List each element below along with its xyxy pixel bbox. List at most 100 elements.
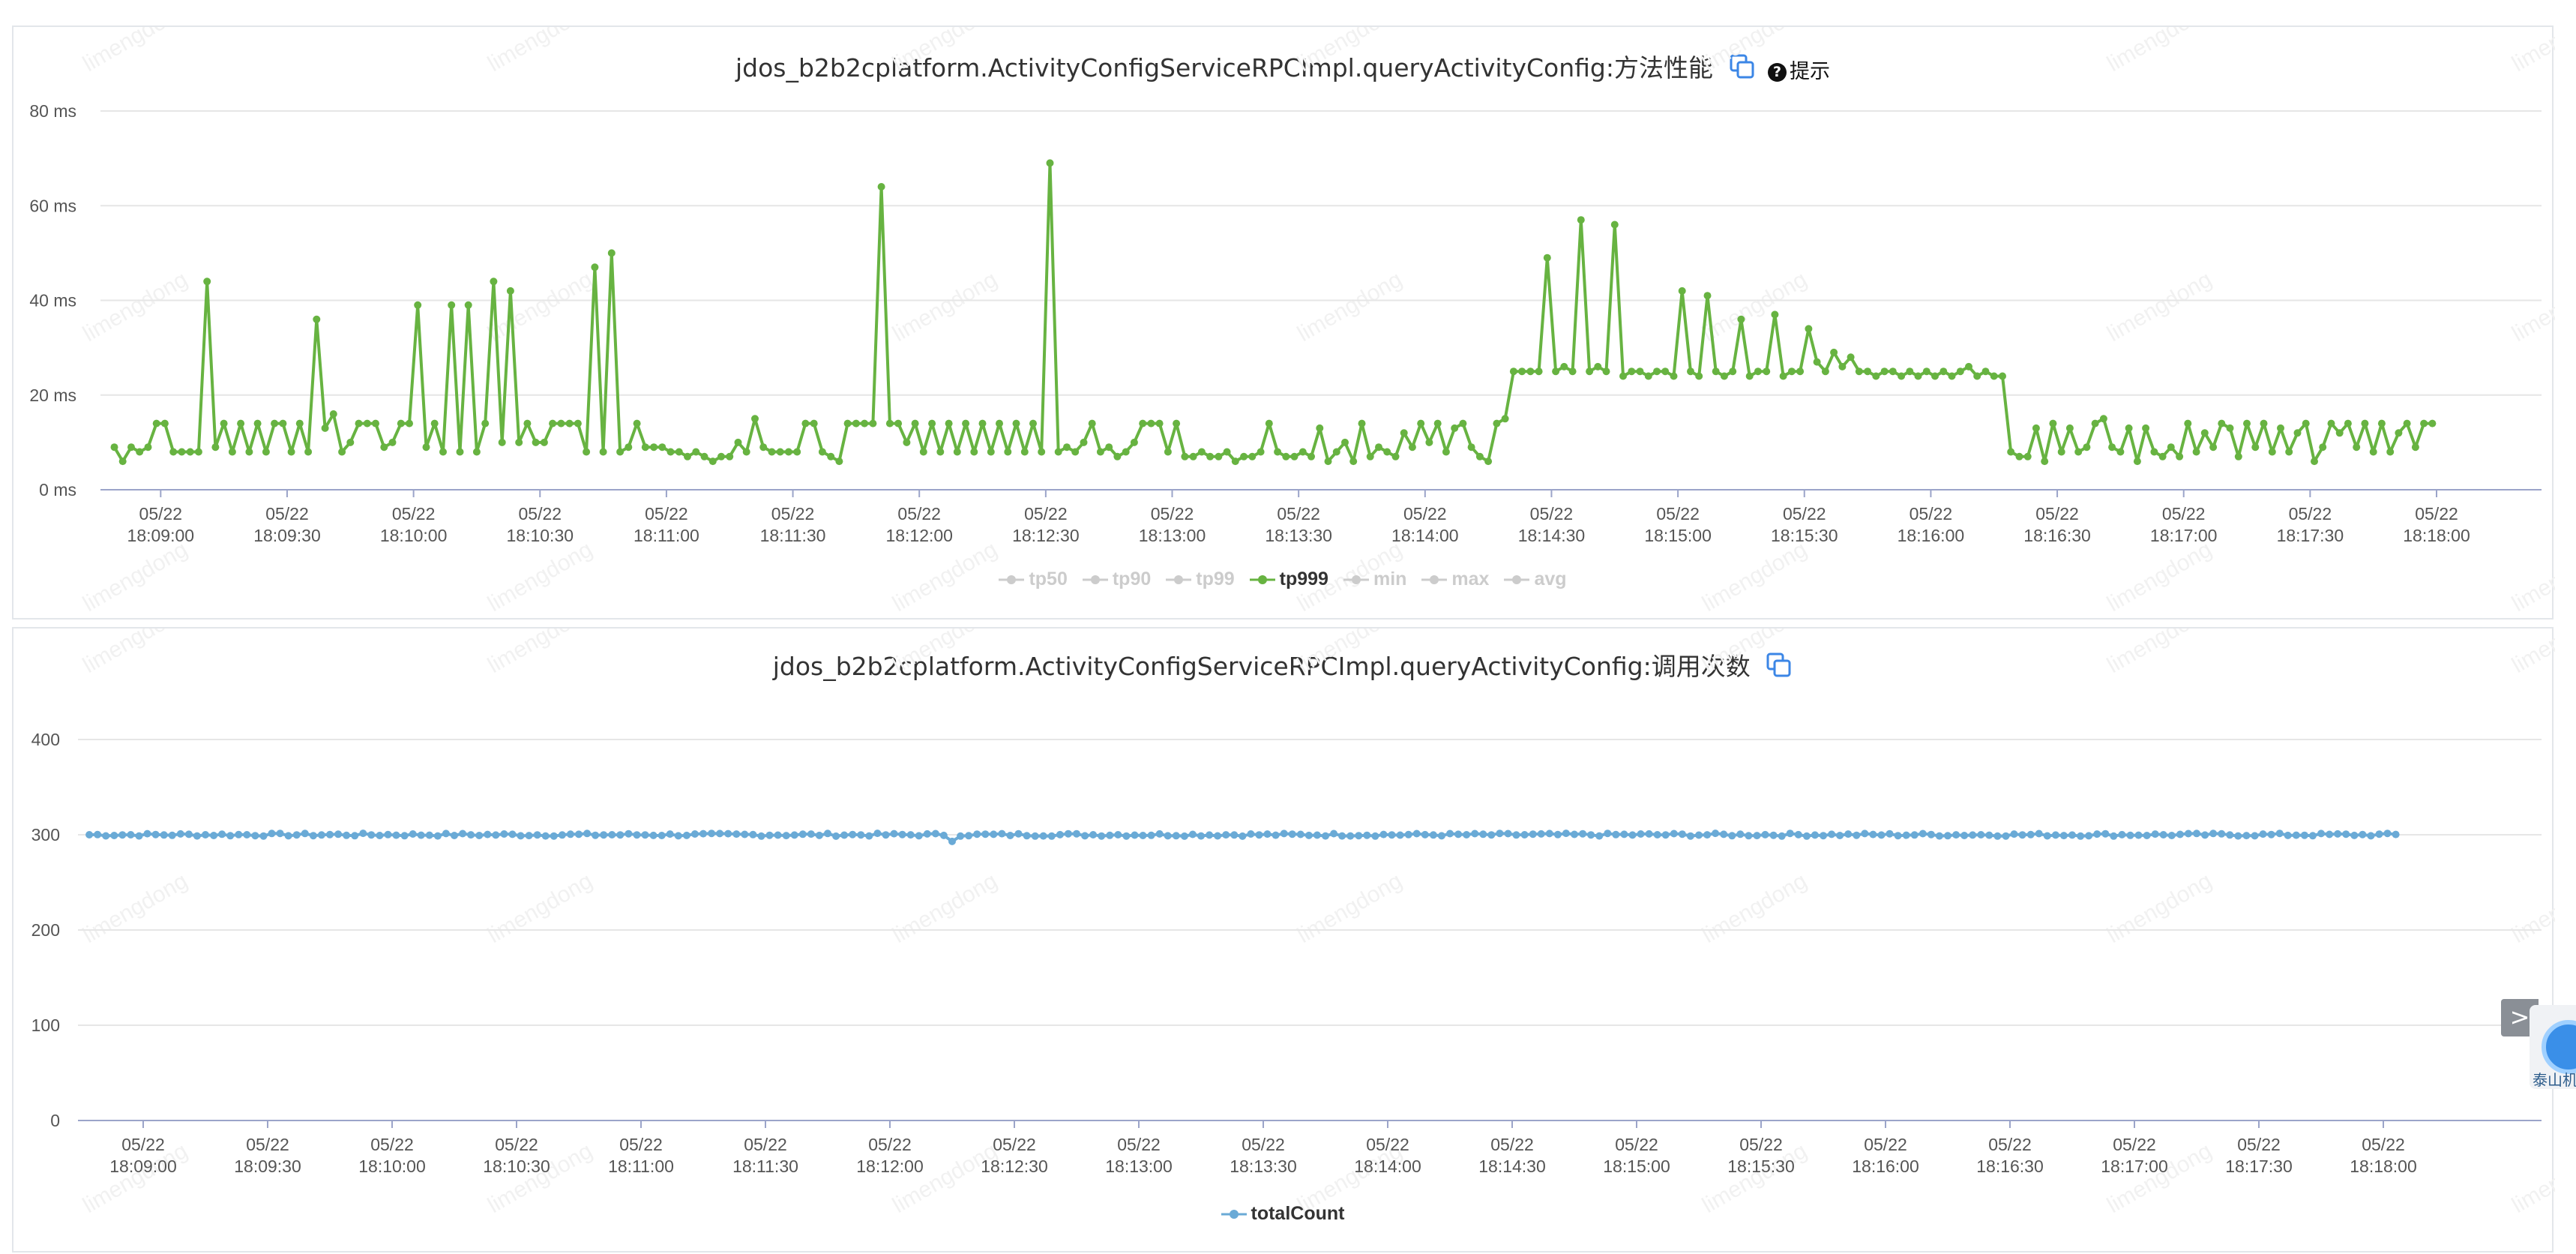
data-point xyxy=(1898,372,1906,380)
data-point xyxy=(1155,830,1164,838)
data-point xyxy=(392,831,400,839)
data-point xyxy=(355,419,363,428)
watermark-text: limengdong xyxy=(79,27,192,76)
data-point xyxy=(1417,419,1425,428)
data-point xyxy=(798,830,807,838)
watermark-text: limengdong xyxy=(2508,868,2555,948)
data-point xyxy=(915,832,923,840)
data-point xyxy=(151,830,160,838)
data-point xyxy=(1990,372,1998,380)
data-point xyxy=(1999,372,2006,380)
data-point xyxy=(1096,448,1104,456)
data-point xyxy=(724,830,732,838)
data-point xyxy=(380,443,388,452)
data-point xyxy=(1993,832,2002,840)
data-point xyxy=(334,830,343,838)
data-point xyxy=(1861,830,1869,838)
data-point xyxy=(1471,830,1479,838)
data-point xyxy=(127,831,135,838)
data-point xyxy=(928,419,936,428)
data-point xyxy=(700,452,708,460)
data-point xyxy=(1612,830,1620,838)
data-point xyxy=(599,448,607,456)
data-point xyxy=(1288,830,1296,838)
legend-item-tp90[interactable]: tp90 xyxy=(1082,568,1151,590)
data-point xyxy=(2209,830,2218,838)
data-point xyxy=(732,830,741,838)
data-point xyxy=(726,452,734,460)
x-tick-date: 05/22 xyxy=(495,1135,538,1154)
data-point xyxy=(135,832,143,840)
legend-item-min[interactable]: min xyxy=(1343,568,1406,590)
y-tick-label: 0 ms xyxy=(39,480,76,500)
assistant-label: 泰山机 xyxy=(2533,1071,2576,1089)
data-point xyxy=(218,830,226,838)
assistant-widget[interactable]: 泰山机 xyxy=(2530,1005,2576,1089)
data-point xyxy=(2023,452,2032,460)
data-point xyxy=(633,831,641,839)
data-point xyxy=(1620,830,1628,838)
data-point xyxy=(1105,443,1113,452)
data-point xyxy=(1695,831,1703,839)
legend-item-avg[interactable]: avg xyxy=(1504,568,1567,590)
data-point xyxy=(566,830,574,838)
data-point xyxy=(1586,368,1594,376)
data-point xyxy=(1257,448,1265,456)
x-tick-label: 18:12:30 xyxy=(1012,526,1080,545)
data-point xyxy=(782,832,790,840)
legend-item-tp50[interactable]: tp50 xyxy=(999,568,1068,590)
data-point xyxy=(1761,830,1769,838)
data-point xyxy=(2218,419,2226,428)
data-point xyxy=(1855,368,1863,376)
data-point xyxy=(2074,448,2083,456)
data-point xyxy=(1089,831,1098,838)
data-point xyxy=(690,830,699,838)
data-point xyxy=(1919,830,1927,838)
data-point xyxy=(110,443,118,452)
data-point xyxy=(2099,415,2107,423)
data-point xyxy=(616,448,625,456)
data-point xyxy=(666,448,675,456)
data-point xyxy=(1703,292,1712,300)
data-point xyxy=(2002,832,2010,840)
data-point xyxy=(2395,429,2403,437)
data-point xyxy=(657,832,666,839)
data-point xyxy=(1720,372,1728,380)
data-point xyxy=(2035,830,2043,838)
data-point xyxy=(1695,372,1703,380)
data-point xyxy=(338,448,346,456)
data-point xyxy=(245,448,253,456)
data-point xyxy=(284,832,292,840)
data-point xyxy=(1877,831,1886,839)
data-point xyxy=(625,830,633,838)
data-point xyxy=(666,830,674,838)
legend-item-tp99[interactable]: tp99 xyxy=(1166,568,1235,590)
data-point xyxy=(1454,830,1463,838)
legend-item-tp999[interactable]: tp999 xyxy=(1249,568,1328,590)
data-point xyxy=(1214,832,1222,840)
data-point xyxy=(317,831,325,839)
data-point xyxy=(210,832,218,839)
data-point xyxy=(793,448,801,456)
data-point xyxy=(2359,830,2367,838)
x-tick-date: 05/22 xyxy=(1024,504,1068,524)
data-point xyxy=(1272,831,1280,839)
legend-label: max xyxy=(1451,568,1490,590)
watermark-text: limengdong xyxy=(79,267,192,346)
legend-item-max[interactable]: max xyxy=(1421,568,1489,590)
x-tick-label: 18:16:30 xyxy=(2023,526,2091,545)
data-point xyxy=(2125,424,2133,432)
data-point xyxy=(1670,372,1678,380)
data-point xyxy=(118,458,127,466)
data-point xyxy=(1404,830,1412,838)
data-point xyxy=(1475,452,1484,460)
data-point xyxy=(1282,452,1290,460)
data-point xyxy=(1512,831,1520,839)
data-point xyxy=(2184,419,2192,428)
data-point xyxy=(1811,831,1819,839)
data-point xyxy=(749,830,757,838)
data-point xyxy=(1371,832,1379,840)
data-point xyxy=(202,831,209,838)
legend-item-totalCount[interactable]: totalCount xyxy=(1221,1203,1344,1225)
x-tick-label: 18:12:30 xyxy=(981,1156,1048,1176)
